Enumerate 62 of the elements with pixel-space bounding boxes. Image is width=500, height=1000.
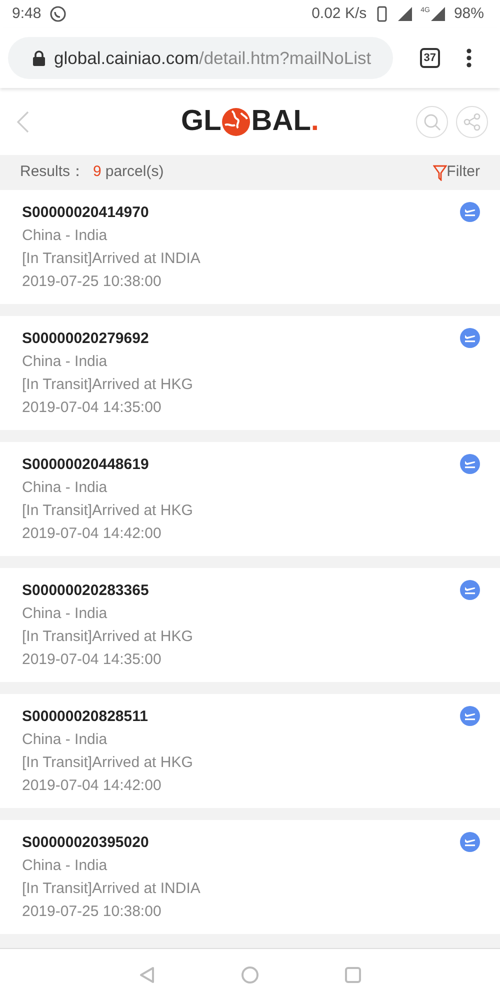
tracking-number: S00000020395020 [22,833,149,853]
funnel-icon [432,164,447,180]
filter-link[interactable]: Filter [432,161,480,184]
result-count: 9 [93,162,102,182]
back-icon[interactable] [16,110,30,134]
airplane-icon [460,328,480,348]
parcel-time: 2019-07-04 14:42:00 [22,524,162,544]
parcel-time: 2019-07-25 10:38:00 [22,272,162,292]
parcel-status: [In Transit]Arrived at HKG [22,753,193,773]
lock-icon [32,50,46,66]
parcel-status: [In Transit]Arrived at HKG [22,375,193,395]
logo-dot: . [310,104,319,139]
result-unit: parcel(s) [105,162,164,182]
parcel-route: China - India [22,352,108,372]
airplane-icon [460,580,480,600]
parcel-status: [In Transit]Arrived at INDIA [22,249,200,269]
tab-count[interactable]: 37 [420,48,440,68]
share-icon [463,112,481,130]
parcel-route: China - India [22,604,108,624]
network-speed: 0.02 K/s [312,4,367,24]
share-button[interactable] [456,106,488,138]
battery-level: 98% [454,4,484,24]
parcel-status: [In Transit]Arrived at HKG [22,627,193,647]
parcel-card[interactable]: S00000020448619 China - India [In Transit]Arrived at HKG 2019-07-04 14:42:00 [0,442,500,556]
signal-icon [430,6,446,22]
airplane-icon [460,706,480,726]
search-button[interactable] [416,106,448,138]
recents-icon[interactable] [344,966,362,984]
address-bar[interactable]: global.cainiao.com/detail.htm?mailNoList [8,37,393,79]
parcel-route: China - India [22,226,108,246]
airplane-icon [460,832,480,852]
logo-text: GL [181,104,222,139]
parcel-card[interactable]: S00000020279692 China - India [In Transit]Arrived at HKG 2019-07-04 14:35:00 [0,316,500,430]
results-label: Results： [20,162,86,182]
parcel-route: China - India [22,856,108,876]
parcel-time: 2019-07-04 14:35:00 [22,398,162,418]
parcel-route: China - India [22,730,108,750]
signal-icon [396,6,413,22]
parcel-status: [In Transit]Arrived at INDIA [22,879,200,899]
tracking-number: S00000020448619 [22,455,149,475]
tracking-number: S00000020828511 [22,707,148,727]
back-icon[interactable] [138,966,156,984]
tracking-number: S00000020414970 [22,203,149,223]
parcel-card[interactable]: S00000020414970 China - India [In Transit]Arrived at INDIA 2019-07-25 10:38:00 [0,190,500,304]
url-text: global.cainiao.com/detail.htm?mailNoList [54,46,372,70]
parcel-card[interactable]: S00000020395020 China - India [In Transit]Arrived at INDIA 2019-07-25 10:38:00 [0,820,500,934]
parcel-time: 2019-07-04 14:42:00 [22,776,162,796]
menu-icon[interactable] [466,48,472,68]
parcel-route: China - India [22,478,108,498]
parcel-time: 2019-07-04 14:35:00 [22,650,162,670]
parcel-status: [In Transit]Arrived at HKG [22,501,193,521]
logo-text: BAL [251,104,311,139]
parcel-card[interactable]: S00000020283365 China - India [In Transit]Arrived at HKG 2019-07-04 14:35:00 [0,568,500,682]
parcel-time: 2019-07-25 10:38:00 [22,902,162,922]
clock-time: 9:48 [12,4,42,24]
home-icon[interactable] [241,966,259,984]
tracking-number: S00000020279692 [22,329,149,349]
parcel-card[interactable]: S00000020828511 China - India [In Transit]Arrived at HKG 2019-07-04 14:42:00 [0,694,500,808]
tracking-number: S00000020283365 [22,581,149,601]
airplane-icon [460,454,480,474]
airplane-icon [460,202,480,222]
search-icon [423,112,441,130]
